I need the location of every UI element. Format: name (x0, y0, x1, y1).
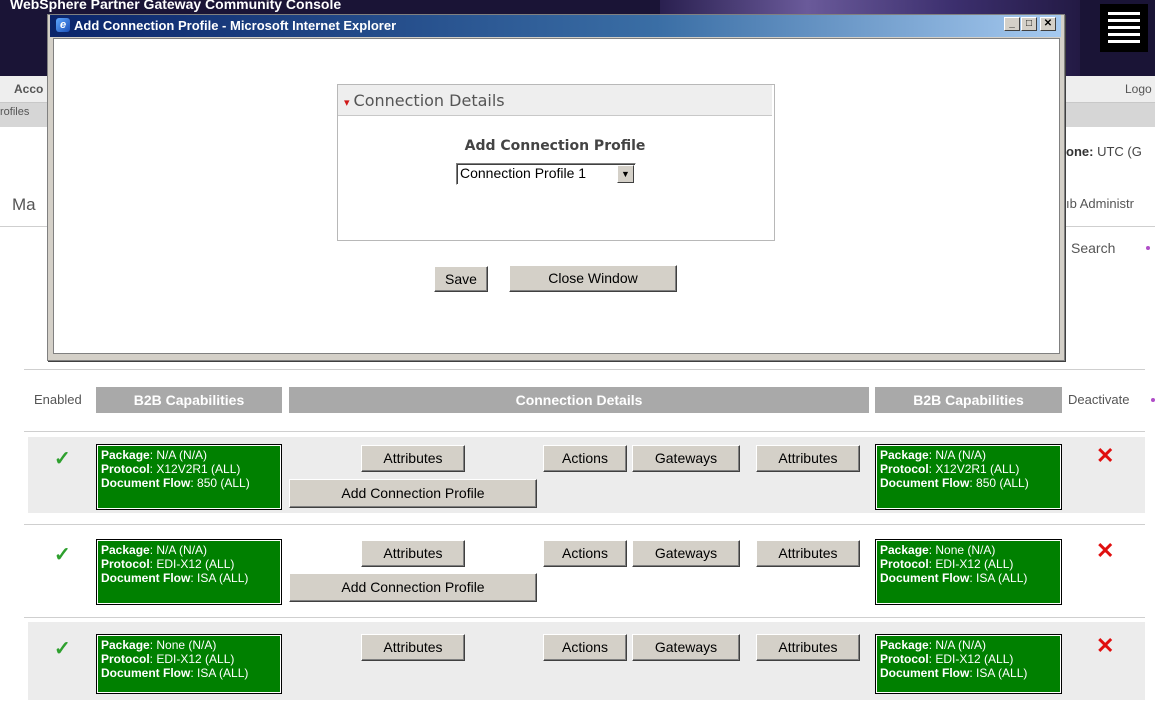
package-label: Package (101, 543, 150, 557)
gateways-button[interactable]: Gateways (632, 634, 740, 661)
document-flow-value: ISA (ALL) (197, 666, 249, 680)
deactivate-dot-icon (1151, 398, 1155, 402)
gateways-button[interactable]: Gateways (632, 540, 740, 567)
package-label: Package (101, 448, 150, 462)
b2b-capability-badge-right: Package: None (N/A) Protocol: EDI-X12 (A… (875, 539, 1062, 605)
nav-item-logout[interactable]: Logo (1125, 82, 1152, 96)
actions-button[interactable]: Actions (543, 540, 627, 567)
document-flow-label: Document Flow (880, 666, 970, 680)
close-window-x-button[interactable]: ✕ (1040, 17, 1056, 31)
deactivate-header: Deactivate (1068, 392, 1130, 407)
attributes-button[interactable]: Attributes (361, 634, 465, 661)
maximize-button[interactable]: □ (1021, 17, 1037, 31)
protocol-label: Protocol (880, 557, 929, 571)
attributes-button-target[interactable]: Attributes (756, 634, 860, 661)
console-title: WebSphere Partner Gateway Community Cons… (10, 0, 342, 12)
save-button[interactable]: Save (434, 266, 488, 292)
protocol-value: EDI-X12 (ALL) (935, 557, 1014, 571)
protocol-label: Protocol (101, 462, 150, 476)
document-flow-label: Document Flow (880, 476, 970, 490)
enabled-check-icon: ✓ (54, 544, 71, 566)
search-link[interactable]: Search (1071, 240, 1115, 256)
deactivate-x-icon[interactable]: ✕ (1096, 443, 1114, 469)
nav-item-account[interactable]: Acco (14, 82, 43, 96)
table-divider (24, 369, 1145, 370)
actions-button[interactable]: Actions (543, 634, 627, 661)
document-flow-label: Document Flow (880, 571, 970, 585)
protocol-value: EDI-X12 (ALL) (156, 557, 235, 571)
protocol-value: EDI-X12 (ALL) (935, 652, 1014, 666)
b2b-capability-badge-right: Package: N/A (N/A) Protocol: X12V2R1 (AL… (875, 444, 1062, 510)
attributes-button[interactable]: Attributes (361, 445, 465, 472)
protocol-value: X12V2R1 (ALL) (156, 462, 241, 476)
connection-details-header: Connection Details (289, 387, 869, 413)
page-title: Ma (12, 195, 36, 214)
close-window-button[interactable]: Close Window (509, 265, 677, 292)
enabled-check-icon: ✓ (54, 448, 71, 470)
internet-explorer-icon: e (56, 18, 70, 32)
gateways-button[interactable]: Gateways (632, 445, 740, 472)
attributes-button-target[interactable]: Attributes (756, 445, 860, 472)
row-divider (24, 431, 1145, 432)
document-flow-value: ISA (ALL) (976, 666, 1028, 680)
package-value: N/A (N/A) (156, 448, 208, 462)
timezone-label: one: (1066, 144, 1094, 159)
protocol-label: Protocol (880, 462, 929, 476)
timezone-indicator: one: UTC (G (1066, 144, 1142, 159)
b2b-capabilities-header-left: B2B Capabilities (96, 387, 282, 413)
add-connection-profile-label: Add Connection Profile (464, 138, 646, 154)
document-flow-label: Document Flow (101, 571, 191, 585)
dropdown-arrow-icon[interactable]: ▼ (617, 165, 634, 183)
timezone-value: UTC (G (1093, 144, 1142, 159)
package-label: Package (880, 638, 929, 652)
document-flow-label: Document Flow (101, 476, 191, 490)
attributes-button[interactable]: Attributes (361, 540, 465, 567)
popup-title: Add Connection Profile - Microsoft Inter… (74, 18, 397, 33)
package-value: N/A (N/A) (935, 638, 987, 652)
ibm-logo-icon (1100, 4, 1148, 52)
connection-details-title: ▾ Connection Details (344, 91, 505, 110)
document-flow-label: Document Flow (101, 666, 191, 680)
package-label: Package (880, 543, 929, 557)
document-flow-value: 850 (ALL) (976, 476, 1029, 490)
protocol-label: Protocol (101, 652, 150, 666)
b2b-capability-badge-left: Package: N/A (N/A) Protocol: EDI-X12 (AL… (96, 539, 282, 605)
protocol-value: EDI-X12 (ALL) (156, 652, 235, 666)
document-flow-value: ISA (ALL) (976, 571, 1028, 585)
package-value: N/A (N/A) (935, 448, 987, 462)
subnav-item-profiles[interactable]: rofiles (0, 106, 29, 118)
row-divider (24, 617, 1145, 618)
add-connection-profile-button[interactable]: Add Connection Profile (289, 573, 537, 602)
actions-button[interactable]: Actions (543, 445, 627, 472)
deactivate-x-icon[interactable]: ✕ (1096, 633, 1114, 659)
b2b-capabilities-header-right: B2B Capabilities (875, 387, 1062, 413)
search-dot-icon (1146, 246, 1150, 250)
protocol-label: Protocol (880, 652, 929, 666)
chevron-down-icon: ▾ (344, 96, 350, 109)
document-flow-value: 850 (ALL) (197, 476, 250, 490)
row-divider (24, 524, 1145, 525)
b2b-capability-badge-left: Package: N/A (N/A) Protocol: X12V2R1 (AL… (96, 444, 282, 510)
b2b-capability-badge-right: Package: N/A (N/A) Protocol: EDI-X12 (AL… (875, 634, 1062, 694)
protocol-label: Protocol (101, 557, 150, 571)
enabled-check-icon: ✓ (54, 638, 71, 660)
package-value: None (N/A) (156, 638, 217, 652)
enabled-header: Enabled (34, 392, 82, 407)
package-value: N/A (N/A) (156, 543, 208, 557)
package-label: Package (101, 638, 150, 652)
protocol-value: X12V2R1 (ALL) (935, 462, 1020, 476)
section-title-text: Connection Details (353, 91, 505, 110)
package-value: None (N/A) (935, 543, 996, 557)
package-label: Package (880, 448, 929, 462)
add-connection-profile-button[interactable]: Add Connection Profile (289, 479, 537, 508)
b2b-capability-badge-left: Package: None (N/A) Protocol: EDI-X12 (A… (96, 634, 282, 694)
connection-profile-select-value: Connection Profile 1 (460, 165, 587, 181)
minimize-button[interactable]: _ (1004, 17, 1020, 31)
document-flow-value: ISA (ALL) (197, 571, 249, 585)
hub-admin-link[interactable]: ıb Administr (1066, 196, 1134, 211)
deactivate-x-icon[interactable]: ✕ (1096, 538, 1114, 564)
attributes-button-target[interactable]: Attributes (756, 540, 860, 567)
